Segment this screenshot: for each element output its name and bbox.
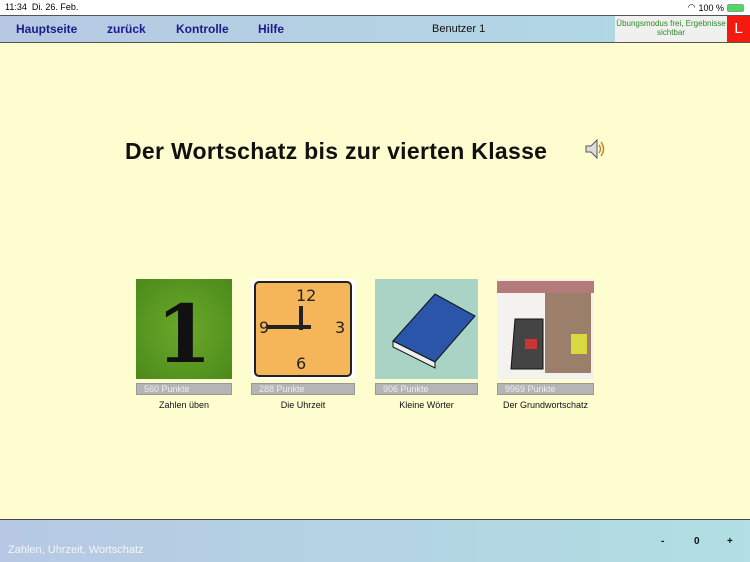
page-title: Der Wortschatz bis zur vierten Klasse — [125, 138, 548, 164]
svg-text:6: 6 — [296, 354, 306, 373]
status-bar: 11:34 Di. 26. Feb. ◠ 100 % — [0, 0, 750, 15]
points-bar: 906 Punkte — [375, 383, 478, 395]
tile-grundwortschatz[interactable]: 9969 Punkte Der Grundwortschatz — [497, 279, 594, 410]
nav-hauptseite[interactable]: Hauptseite — [16, 22, 77, 36]
time: 11:34 — [5, 2, 27, 12]
svg-text:3: 3 — [335, 318, 345, 337]
tile-uhrzeit[interactable]: 12 3 6 9 288 Punkte Die Uhrzeit — [251, 279, 355, 410]
speaker-icon[interactable] — [584, 137, 606, 161]
points-bar: 9969 Punkte — [497, 383, 594, 395]
increase-button[interactable]: + — [727, 536, 733, 547]
tile-label: Die Uhrzeit — [280, 400, 326, 410]
mode-status: Übungsmodus frei, Ergebnisse sichtbar — [615, 16, 727, 42]
battery-icon — [727, 3, 744, 12]
battery-percent: 100 % — [698, 2, 724, 13]
number-one-image: 1 — [136, 279, 232, 379]
wifi-icon: ◠ — [687, 2, 696, 12]
top-nav-bar: Hauptseite zurück Kontrolle Hilfe Benutz… — [0, 15, 750, 43]
points-bar: 560 Punkte — [136, 383, 232, 395]
bottom-bar: Zahlen, Uhrzeit, Wortschatz - 0 + — [0, 519, 750, 562]
tile-label: Zahlen üben — [158, 400, 210, 410]
date: Di. 26. Feb. — [31, 2, 79, 12]
l-button[interactable]: L — [727, 16, 750, 42]
clock-image: 12 3 6 9 — [251, 279, 355, 379]
points-bar: 288 Punkte — [251, 383, 355, 395]
counter-value: 0 — [694, 536, 700, 547]
library-chair-image — [497, 279, 594, 379]
nav-kontrolle[interactable]: Kontrolle — [176, 22, 229, 36]
user-label: Benutzer 1 — [432, 23, 486, 35]
nav-zurueck[interactable]: zurück — [107, 22, 146, 36]
decrease-button[interactable]: - — [661, 536, 664, 547]
tile-kleine-woerter[interactable]: 906 Punkte Kleine Wörter — [375, 279, 478, 410]
book-image — [375, 279, 478, 379]
tile-label: Kleine Wörter — [399, 400, 454, 410]
svg-text:12: 12 — [296, 286, 316, 305]
nav-hilfe[interactable]: Hilfe — [258, 22, 284, 36]
tile-label: Der Grundwortschatz — [502, 400, 589, 410]
tile-zahlen[interactable]: 1 560 Punkte Zahlen üben — [136, 279, 232, 410]
bottom-description: Zahlen, Uhrzeit, Wortschatz — [8, 544, 144, 556]
status-time-date: 11:34 Di. 26. Feb. — [5, 2, 78, 12]
